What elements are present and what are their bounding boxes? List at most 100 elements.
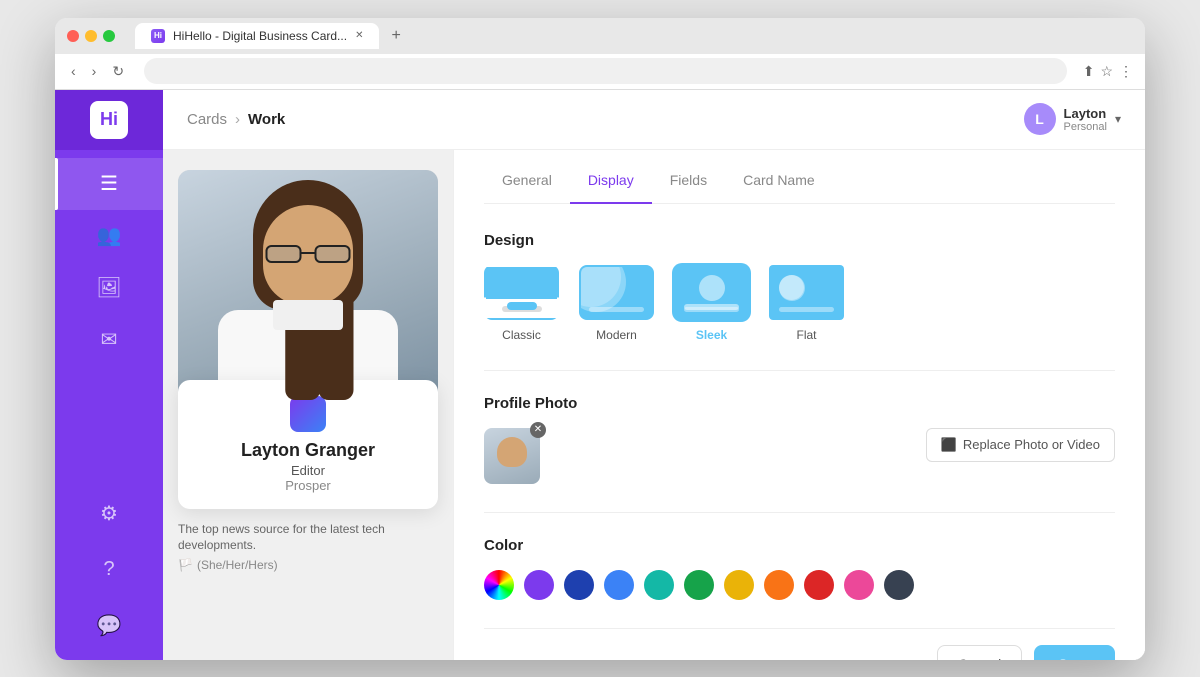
color-swatch-red[interactable]: [804, 570, 834, 600]
topbar: Cards › Work L Layton Personal ▾: [163, 90, 1145, 150]
messages-icon: ✉: [101, 327, 118, 352]
address-actions: ⬆ ☆ ⋮: [1083, 63, 1133, 80]
save-button[interactable]: Save: [1034, 645, 1115, 660]
breadcrumb: Cards › Work: [187, 111, 285, 128]
tab-title: HiHello - Digital Business Card...: [173, 29, 347, 43]
reload-button[interactable]: ↻: [108, 61, 128, 82]
design-label-sleek: Sleek: [696, 328, 727, 342]
card-profile-photo: [178, 170, 438, 410]
design-label-flat: Flat: [796, 328, 816, 342]
sidebar-item-messages[interactable]: ✉: [55, 314, 163, 366]
card-preview-panel: Layton Granger Editor Prosper The top ne…: [163, 150, 453, 660]
back-button[interactable]: ‹: [67, 61, 80, 81]
cancel-button[interactable]: Cancel: [937, 645, 1023, 660]
user-plan: Personal: [1064, 121, 1107, 133]
color-swatch-purple[interactable]: [524, 570, 554, 600]
color-swatch-orange[interactable]: [764, 570, 794, 600]
menu-icon[interactable]: ⋮: [1119, 63, 1133, 80]
user-name: Layton: [1064, 106, 1107, 121]
sidebar-item-gallery[interactable]: 🖼: [55, 262, 163, 314]
design-option-sleek[interactable]: Sleek: [674, 265, 749, 342]
design-option-modern[interactable]: Modern: [579, 265, 654, 342]
sidebar-item-settings[interactable]: ⚙: [97, 488, 122, 540]
design-section-title: Design: [484, 232, 1115, 249]
pronoun-icon: 🏳️: [178, 558, 193, 572]
breadcrumb-current: Work: [248, 111, 285, 128]
color-swatch-pink[interactable]: [844, 570, 874, 600]
profile-photo-section-title: Profile Photo: [484, 395, 1115, 412]
card-company-logo: [290, 396, 326, 432]
tab-fields[interactable]: Fields: [652, 158, 725, 204]
design-section: Design Classic: [484, 232, 1115, 342]
tab-favicon: Hi: [151, 29, 165, 43]
browser-tab[interactable]: Hi HiHello - Digital Business Card... ✕: [135, 23, 379, 49]
user-info: Layton Personal: [1064, 106, 1107, 133]
photo-row: ✕ ⬛ Replace Photo or Video ☞: [484, 428, 1115, 484]
design-options: Classic Modern: [484, 265, 1115, 342]
sidebar-nav: ☰ 👥 🖼 ✉: [55, 150, 163, 488]
card-person-name: Layton Granger: [194, 440, 422, 461]
profile-photo-section: Profile Photo ✕: [484, 395, 1115, 484]
tab-display[interactable]: Display: [570, 158, 652, 204]
content-area: Layton Granger Editor Prosper The top ne…: [163, 150, 1145, 660]
tab-general[interactable]: General: [484, 158, 570, 204]
user-chevron-icon: ▾: [1115, 112, 1121, 126]
card-company-name: Prosper: [194, 478, 422, 493]
card-job-title: Editor: [194, 463, 422, 478]
maximize-button[interactable]: [103, 30, 115, 42]
photo-remove-button[interactable]: ✕: [530, 422, 546, 438]
tab-close-icon[interactable]: ✕: [355, 30, 363, 41]
color-swatch-green[interactable]: [684, 570, 714, 600]
help-icon: ?: [103, 558, 114, 581]
tab-card-name[interactable]: Card Name: [725, 158, 833, 204]
sidebar-item-chat[interactable]: 💬: [97, 600, 122, 652]
contacts-icon: 👥: [97, 223, 122, 248]
user-menu[interactable]: L Layton Personal ▾: [1024, 103, 1121, 135]
breadcrumb-separator: ›: [235, 111, 240, 128]
color-swatch-blue[interactable]: [604, 570, 634, 600]
minimize-button[interactable]: [85, 30, 97, 42]
close-button[interactable]: [67, 30, 79, 42]
settings-footer: Cancel Save: [484, 628, 1115, 660]
color-swatch-dark[interactable]: [884, 570, 914, 600]
design-option-flat[interactable]: Flat: [769, 265, 844, 342]
color-swatch-navy[interactable]: [564, 570, 594, 600]
color-swatch-rainbow[interactable]: [484, 570, 514, 600]
bookmark-icon[interactable]: ☆: [1100, 63, 1113, 80]
app-logo[interactable]: Hi: [90, 101, 128, 139]
user-avatar: L: [1024, 103, 1056, 135]
design-card-flat: [769, 265, 844, 320]
sidebar-item-contacts[interactable]: 👥: [55, 210, 163, 262]
replace-photo-button[interactable]: ⬛ Replace Photo or Video: [926, 428, 1115, 462]
browser-addressbar: ‹ › ↻ ⬆ ☆ ⋮: [55, 54, 1145, 90]
breadcrumb-cards-link[interactable]: Cards: [187, 111, 227, 128]
chat-icon: 💬: [97, 613, 122, 638]
divider-1: [484, 370, 1115, 371]
sidebar-item-help[interactable]: ?: [97, 544, 122, 596]
design-card-modern: [579, 265, 654, 320]
browser-titlebar: Hi HiHello - Digital Business Card... ✕ …: [55, 18, 1145, 54]
forward-button[interactable]: ›: [88, 61, 101, 81]
replace-photo-icon: ⬛: [941, 437, 957, 453]
address-bar[interactable]: [144, 58, 1067, 84]
settings-icon: ⚙: [100, 501, 118, 526]
sidebar: Hi ☰ 👥 🖼 ✉ ⚙: [55, 90, 163, 660]
color-section: Color: [484, 537, 1115, 600]
color-swatch-yellow[interactable]: [724, 570, 754, 600]
sidebar-logo: Hi: [55, 90, 163, 150]
design-option-classic[interactable]: Classic: [484, 265, 559, 342]
traffic-lights: [67, 30, 115, 42]
sidebar-item-cards[interactable]: ☰: [55, 158, 163, 210]
app-container: Hi ☰ 👥 🖼 ✉ ⚙: [55, 90, 1145, 660]
gallery-icon: 🖼: [96, 275, 121, 300]
color-swatches: [484, 570, 1115, 600]
cards-icon: ☰: [100, 171, 118, 196]
share-icon[interactable]: ⬆: [1083, 63, 1095, 80]
divider-2: [484, 512, 1115, 513]
tabs: General Display Fields Card Name: [484, 150, 1115, 204]
design-label-modern: Modern: [596, 328, 637, 342]
settings-panel: General Display Fields Card Name Design: [453, 150, 1145, 660]
new-tab-button[interactable]: +: [391, 27, 400, 45]
color-swatch-teal[interactable]: [644, 570, 674, 600]
design-card-sleek: [674, 265, 749, 320]
